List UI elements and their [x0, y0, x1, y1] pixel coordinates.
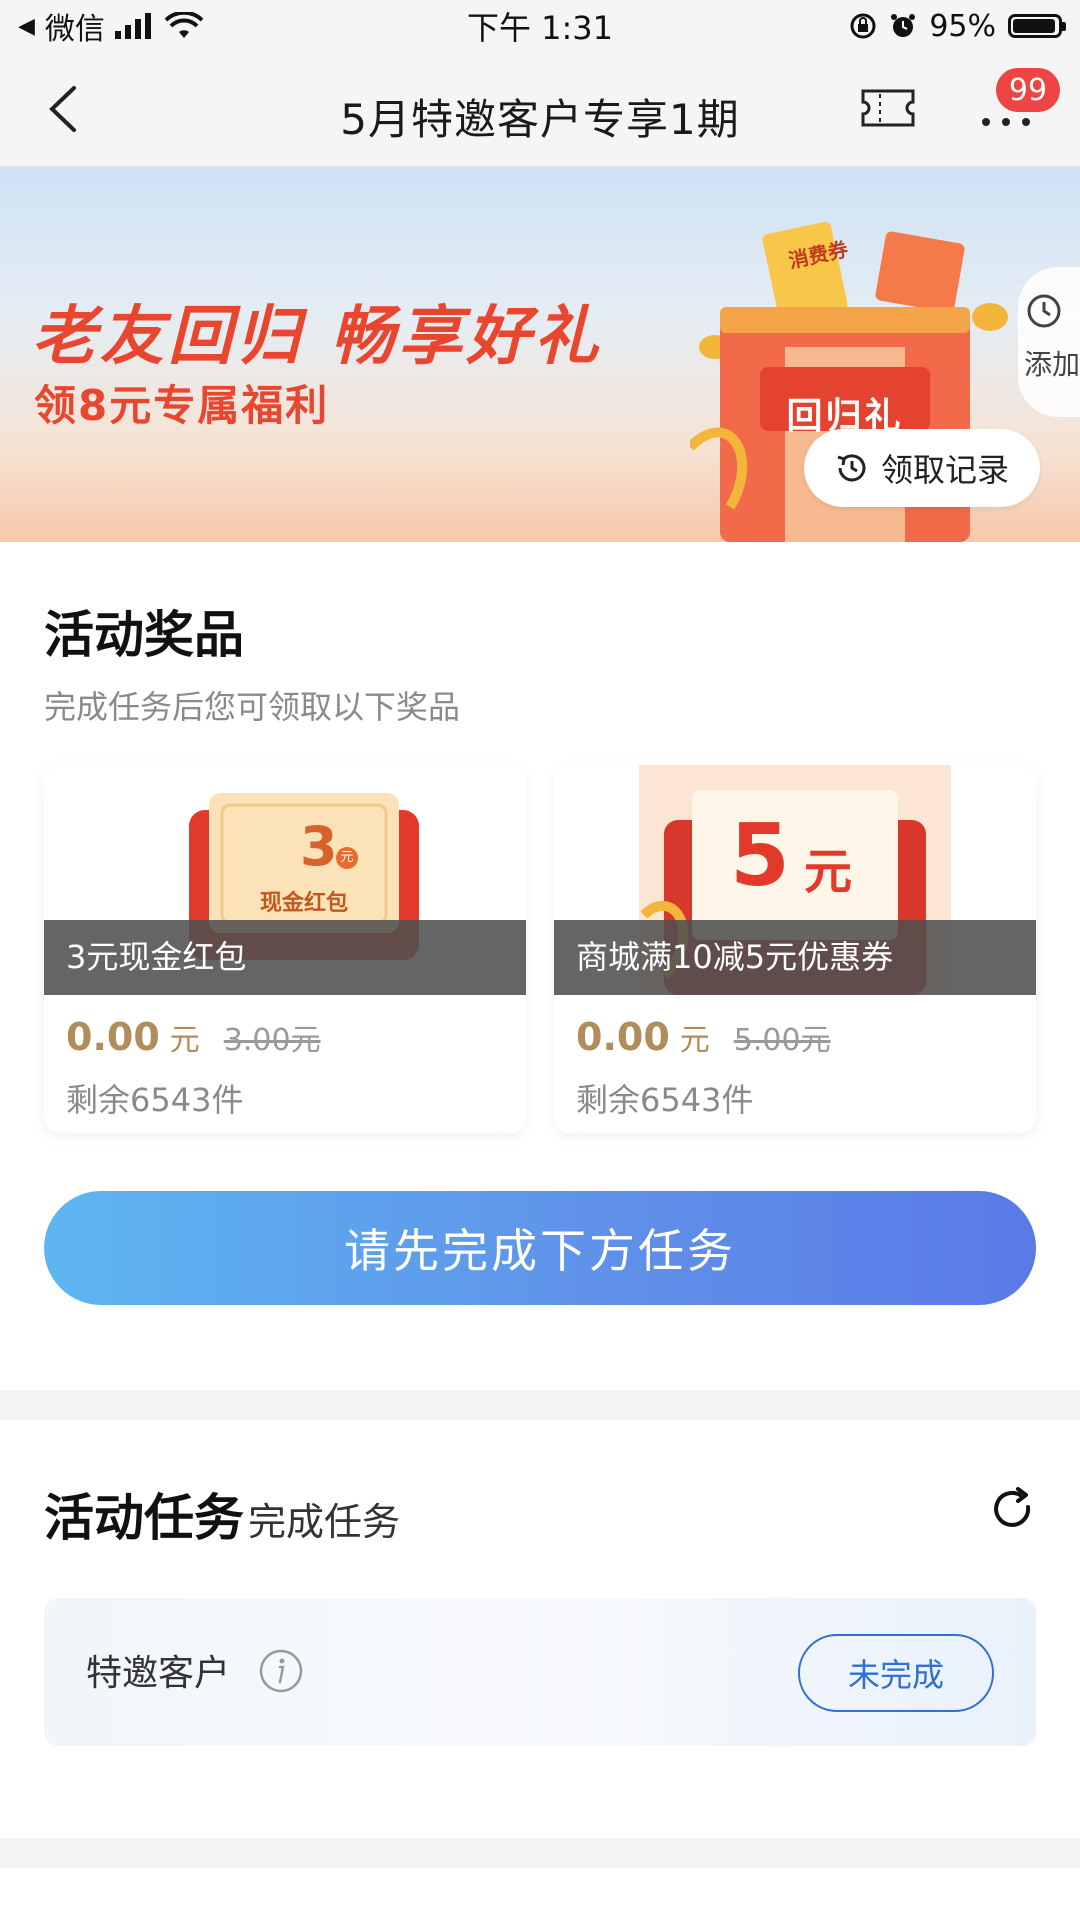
section-divider — [0, 1390, 1080, 1420]
prize-stock: 剩余6543件 — [576, 1081, 754, 1119]
envelope-label: 现金红包 — [259, 891, 348, 916]
complete-tasks-button[interactable]: 请先完成下方任务 — [44, 1191, 1036, 1305]
notification-badge: 99 — [996, 68, 1060, 112]
status-bar: ◀ 微信 下午 1:31 95% — [0, 0, 1080, 52]
back-to-app-icon[interactable]: ◀ — [18, 14, 35, 39]
envelope-amount: 3 — [300, 815, 338, 878]
prize-name: 3元现金红包 — [44, 920, 526, 995]
prize-price-unit: 元 — [169, 1023, 200, 1058]
prizes-subtitle: 完成任务后您可领取以下奖品 — [44, 688, 461, 726]
battery-icon — [1008, 14, 1066, 38]
task-label: 特邀客户 — [86, 1653, 231, 1694]
prize-original-price: 5.00元 — [733, 1023, 831, 1058]
prizes-title: 活动奖品 — [44, 606, 244, 664]
banner-subtitle: 领8元专属福利 — [34, 381, 330, 430]
claim-record-label: 领取记录 — [880, 451, 1009, 489]
battery-percent: 95% — [929, 8, 996, 44]
refresh-icon[interactable] — [988, 1485, 1038, 1535]
prize-price-row: 0.00 元 5.00元 — [576, 1015, 831, 1059]
page-title: 5月特邀客户专享1期 — [340, 95, 740, 144]
promo-banner: 老友回归 畅享好礼 领8元专属福利 回归礼 消费券 添加 领取记录 — [0, 167, 1080, 542]
navigation-bar: 5月特邀客户专享1期 99 — [0, 52, 1080, 167]
tasks-header: 活动任务 完成任务 — [44, 1478, 400, 1550]
section-divider — [0, 1838, 1080, 1868]
prize-price-row: 0.00 元 3.00元 — [66, 1015, 321, 1059]
coupon-unit: 元 — [804, 844, 853, 900]
envelope-unit: 元 — [336, 847, 358, 869]
info-icon[interactable] — [258, 1648, 304, 1694]
alarm-icon — [891, 14, 916, 37]
prize-price-unit: 元 — [679, 1023, 710, 1058]
coupon-amount: 5 — [730, 806, 790, 906]
tasks-title: 活动任务 — [44, 1489, 244, 1547]
prize-card-mall-coupon[interactable]: 5 元 商城满10减5元优惠券 0.00 元 5.00元 剩余6543件 — [554, 765, 1036, 1133]
back-to-app-label[interactable]: 微信 — [45, 4, 105, 48]
clock-icon — [1027, 294, 1061, 328]
history-icon — [837, 454, 866, 482]
prize-price: 0.00 — [66, 1015, 160, 1059]
rotation-lock-icon — [850, 13, 876, 39]
banner-title: 老友回归 畅享好礼 — [32, 300, 603, 374]
tasks-subtitle: 完成任务 — [248, 1500, 401, 1544]
ticket-icon[interactable] — [860, 88, 916, 128]
prize-name: 商城满10减5元优惠券 — [554, 920, 1036, 995]
prize-original-price: 3.00元 — [223, 1023, 321, 1058]
prize-card-cash-red-envelope[interactable]: 3 元 现金红包 3元现金红包 0.00 元 3.00元 剩余6543件 — [44, 765, 526, 1133]
add-shortcut-label: 添加 — [1024, 348, 1080, 381]
prize-price: 0.00 — [576, 1015, 670, 1059]
task-item: 特邀客户 未完成 — [44, 1598, 1036, 1746]
battery-level-fill — [1013, 19, 1055, 33]
signal-icon — [114, 13, 151, 39]
claim-record-button[interactable]: 领取记录 — [804, 429, 1040, 507]
prize-stock: 剩余6543件 — [66, 1081, 244, 1119]
add-shortcut-tab[interactable]: 添加 — [1018, 267, 1080, 417]
wifi-icon — [164, 12, 203, 38]
task-status-button[interactable]: 未完成 — [798, 1634, 994, 1712]
